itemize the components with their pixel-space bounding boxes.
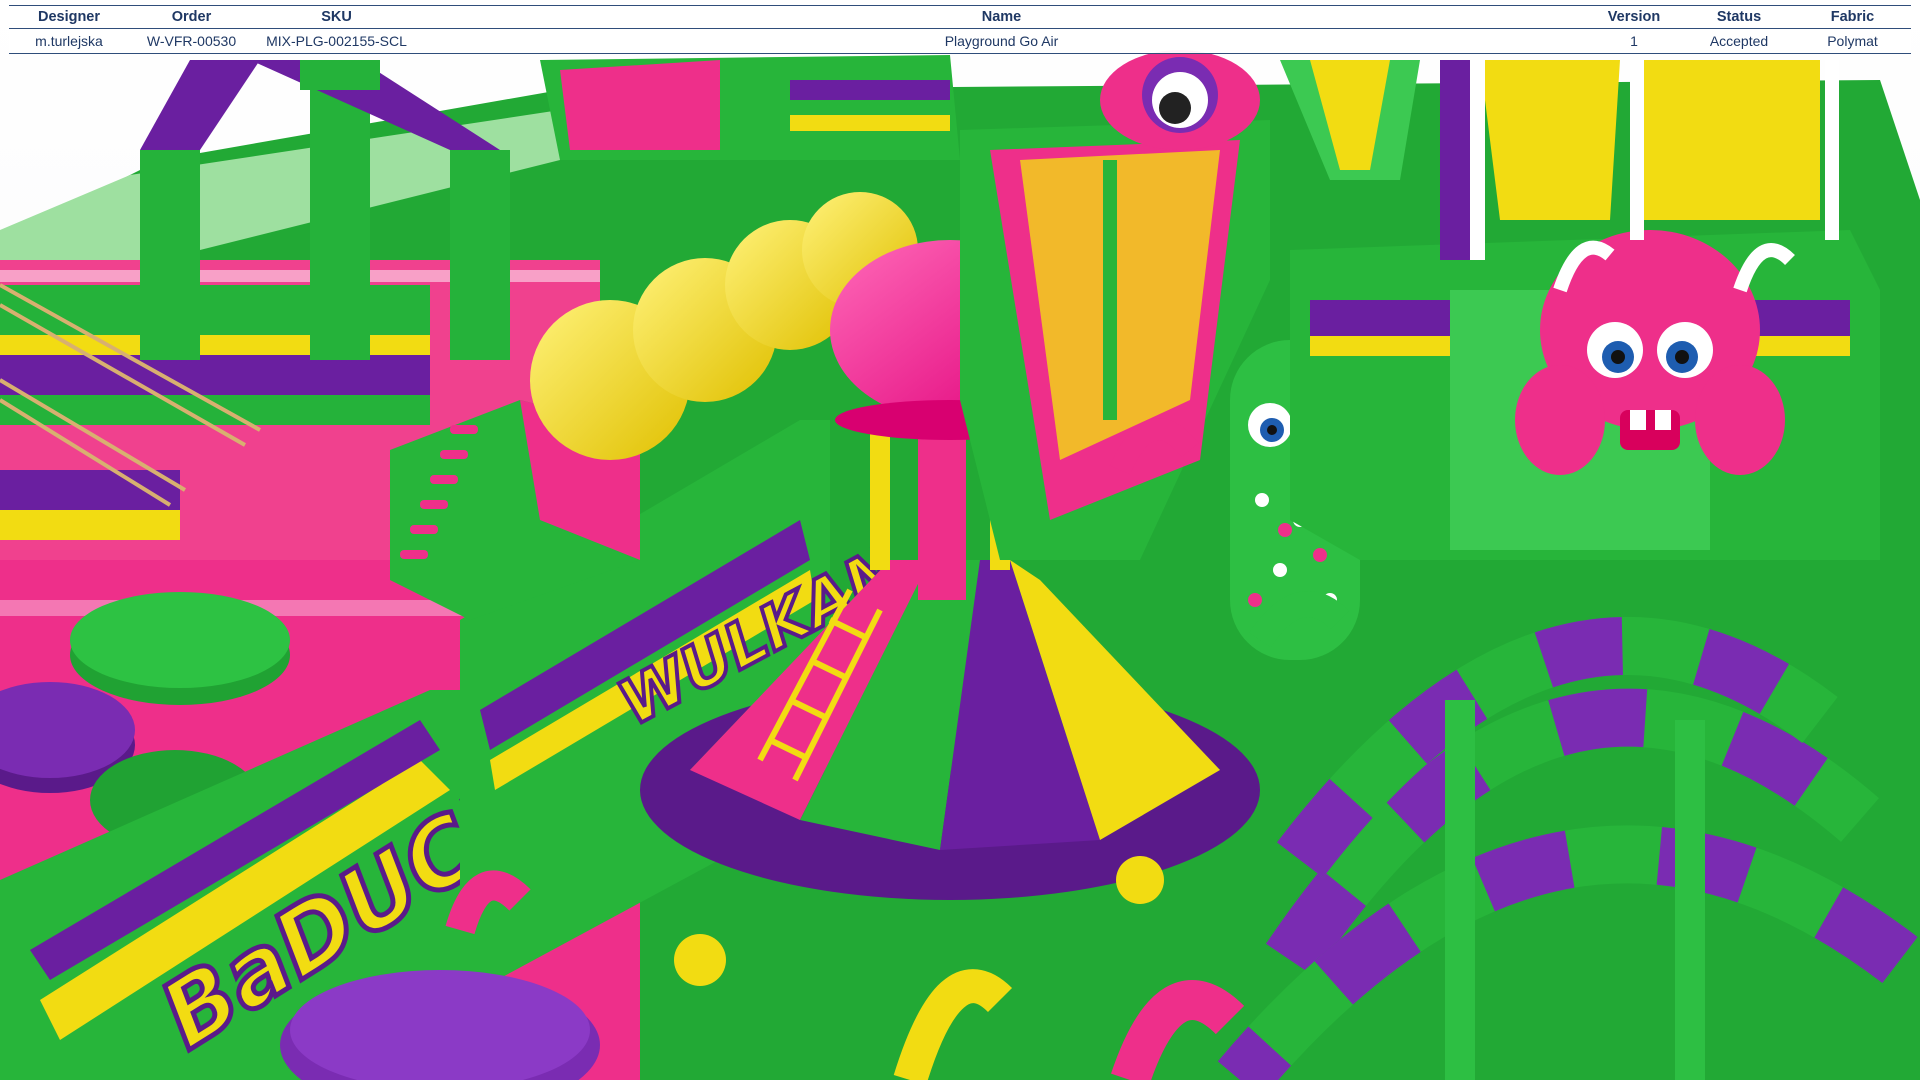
header-name: Name (419, 5, 1584, 29)
name-value: Playground Go Air (419, 28, 1584, 54)
order-value: W-VFR-00530 (129, 28, 254, 54)
status-value: Accepted (1684, 28, 1794, 54)
spec-table: Designer Order SKU Name Version Status F… (9, 5, 1911, 54)
table-row: m.turlejska W-VFR-00530 MIX-PLG-002155-S… (9, 28, 1911, 54)
header-status: Status (1684, 5, 1794, 29)
designer-value: m.turlejska (9, 28, 129, 54)
spec-table-header-row: Designer Order SKU Name Version Status F… (9, 5, 1911, 29)
version-value: 1 (1584, 28, 1684, 54)
header-version: Version (1584, 5, 1684, 29)
fabric-value: Polymat (1794, 28, 1911, 54)
header-fabric: Fabric (1794, 5, 1911, 29)
header-sku: SKU (254, 5, 419, 29)
header-order: Order (129, 5, 254, 29)
sku-value: MIX-PLG-002155-SCL (254, 28, 419, 54)
header-designer: Designer (9, 5, 129, 29)
inflatable-playground-render: BaDUCHA WULKAN (0, 0, 1920, 1080)
